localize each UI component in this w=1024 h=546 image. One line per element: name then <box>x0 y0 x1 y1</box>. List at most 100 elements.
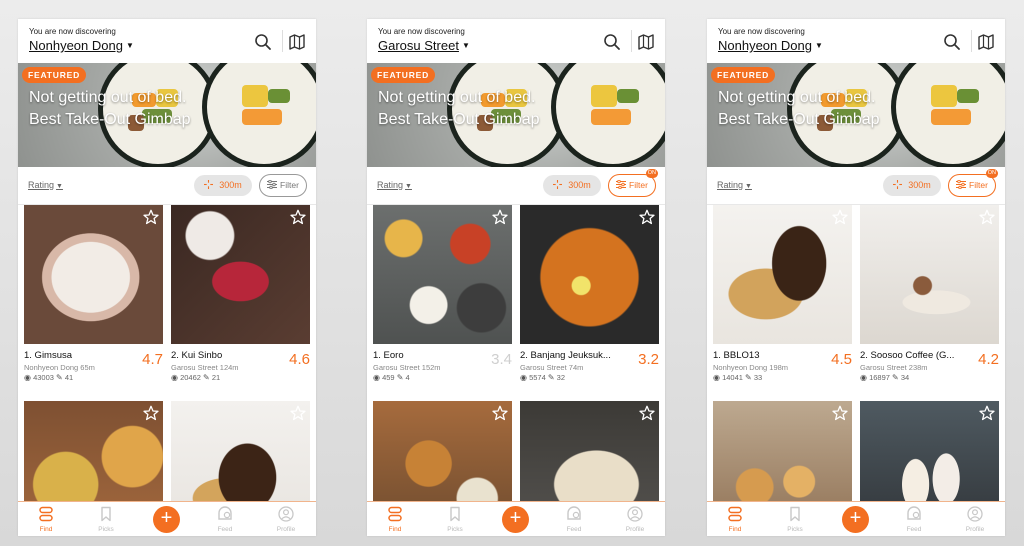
filter-button[interactable]: Filter ON <box>948 169 998 197</box>
sort-dropdown[interactable]: Rating ▼ <box>28 180 63 190</box>
nav-feed-label: Feed <box>906 526 922 533</box>
star-icon[interactable] <box>639 209 655 225</box>
featured-banner[interactable]: FEATURED Not getting out of bed. Best Ta… <box>367 63 665 167</box>
header-divider <box>971 30 972 52</box>
chevron-down-icon: ▼ <box>56 183 63 190</box>
nav-feed-label: Feed <box>566 526 582 533</box>
distance-button[interactable]: 300m <box>194 175 252 196</box>
featured-banner[interactable]: FEATURED Not getting out of bed. Best Ta… <box>18 63 316 167</box>
location-selector[interactable]: Nonhyeon Dong ▼ <box>29 38 134 53</box>
map-icon[interactable] <box>977 33 995 51</box>
location-name: Nonhyeon Dong <box>718 38 812 53</box>
add-button[interactable]: + <box>153 506 180 533</box>
sort-label: Rating <box>28 180 55 190</box>
nav-profile[interactable]: Profile <box>955 502 995 536</box>
star-icon[interactable] <box>492 209 508 225</box>
nav-profile-label: Profile <box>965 526 985 533</box>
nav-feed-label: Feed <box>217 526 233 533</box>
nav-feed[interactable]: Feed <box>894 502 934 536</box>
discovering-label: You are now discovering <box>29 27 116 36</box>
location-name: Nonhyeon Dong <box>29 38 123 53</box>
restaurant-photo <box>171 205 310 344</box>
nav-profile[interactable]: Profile <box>266 502 306 536</box>
star-icon[interactable] <box>143 405 159 421</box>
nav-find-label: Find <box>728 526 742 533</box>
restaurant-name: 2. Soosoo Coffee (G... <box>860 350 955 361</box>
restaurant-name: 1. Eoro <box>373 350 404 361</box>
header: You are now discovering Nonhyeon Dong ▼ <box>707 19 1005 63</box>
bookmark-icon <box>790 506 800 522</box>
location-selector[interactable]: Garosu Street ▼ <box>378 38 470 53</box>
restaurant-photo <box>520 205 659 344</box>
sort-dropdown[interactable]: Rating ▼ <box>717 180 752 190</box>
restaurant-location: Nonhyeon Dong 198m <box>713 363 789 372</box>
featured-badge: FEATURED <box>371 67 436 83</box>
map-icon[interactable] <box>637 33 655 51</box>
nav-find[interactable]: Find <box>375 502 415 536</box>
distance-button[interactable]: 300m <box>543 175 601 196</box>
nav-find[interactable]: Find <box>26 502 66 536</box>
search-icon[interactable] <box>943 33 961 51</box>
restaurant-stats: ◉ 16897 ✎ 34 <box>860 373 909 382</box>
post-count: 41 <box>64 373 74 382</box>
add-button[interactable]: + <box>502 506 529 533</box>
feed-icon <box>218 506 232 520</box>
bottom-nav: Find Picks + Feed Profile <box>18 502 316 536</box>
star-icon[interactable] <box>979 405 995 421</box>
view-count: 5574 <box>529 373 546 382</box>
banner-title-line-1: Not getting out of bed. <box>378 89 536 106</box>
pencil-icon: ✎ <box>892 373 899 382</box>
pencil-icon: ✎ <box>396 373 404 382</box>
nav-feed[interactable]: Feed <box>205 502 245 536</box>
nav-picks[interactable]: Picks <box>86 502 126 536</box>
banner-title-line-2: Best Take-Out Gimbap <box>29 111 191 128</box>
sort-dropdown[interactable]: Rating ▼ <box>377 180 412 190</box>
distance-button[interactable]: 300m <box>883 175 941 196</box>
nav-picks[interactable]: Picks <box>775 502 815 536</box>
nav-picks-label: Picks <box>787 526 803 533</box>
filter-sliders-icon <box>616 180 627 189</box>
restaurant-stats: ◉ 5574 ✎ 32 <box>520 373 565 382</box>
star-icon[interactable] <box>832 405 848 421</box>
nav-find[interactable]: Find <box>715 502 755 536</box>
search-icon[interactable] <box>254 33 272 51</box>
filter-sliders-icon <box>267 180 278 189</box>
star-icon[interactable] <box>832 209 848 225</box>
restaurant-location: Garosu Street 238m <box>860 363 928 372</box>
star-icon[interactable] <box>492 405 508 421</box>
star-icon[interactable] <box>979 209 995 225</box>
controls-bar: Rating ▼ 300m Filter <box>367 167 665 205</box>
restaurant-grid: 1. Gimsusa Nonhyeon Dong 65m ◉ 43003 ✎ 4… <box>18 205 316 501</box>
rating-score: 4.5 <box>831 351 852 368</box>
restaurant-location: Garosu Street 124m <box>171 363 239 372</box>
star-icon[interactable] <box>143 209 159 225</box>
view-count: 459 <box>382 373 395 382</box>
distance-label: 300m <box>908 180 931 190</box>
search-icon[interactable] <box>603 33 621 51</box>
gimbap-image <box>551 63 665 167</box>
star-icon[interactable] <box>290 209 306 225</box>
eye-icon: ◉ <box>520 373 527 382</box>
nav-profile[interactable]: Profile <box>615 502 655 536</box>
filter-label: Filter <box>280 180 299 190</box>
filter-button[interactable]: Filter <box>259 174 307 197</box>
sort-label: Rating <box>377 180 404 190</box>
filter-button[interactable]: Filter ON <box>608 169 658 197</box>
filter-sliders-icon <box>956 180 967 189</box>
location-name: Garosu Street <box>378 38 459 53</box>
featured-banner[interactable]: FEATURED Not getting out of bed. Best Ta… <box>707 63 1005 167</box>
nav-picks[interactable]: Picks <box>435 502 475 536</box>
eye-icon: ◉ <box>713 373 720 382</box>
star-icon[interactable] <box>290 405 306 421</box>
profile-icon <box>967 506 983 522</box>
profile-icon <box>278 506 294 522</box>
header-divider <box>631 30 632 52</box>
location-selector[interactable]: Nonhyeon Dong ▼ <box>718 38 823 53</box>
add-button[interactable]: + <box>842 506 869 533</box>
sort-label: Rating <box>717 180 744 190</box>
star-icon[interactable] <box>639 405 655 421</box>
nav-find-label: Find <box>39 526 53 533</box>
restaurant-location: Nonhyeon Dong 65m <box>24 363 95 372</box>
nav-feed[interactable]: Feed <box>554 502 594 536</box>
map-icon[interactable] <box>288 33 306 51</box>
